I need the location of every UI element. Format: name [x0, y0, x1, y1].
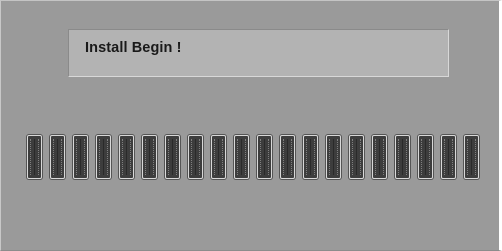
progress-segment — [188, 135, 203, 179]
progress-segment — [418, 135, 433, 179]
install-message-box: Install Begin ! — [68, 29, 449, 77]
progress-segment — [165, 135, 180, 179]
progress-segment — [27, 135, 42, 179]
install-status-text: Install Begin ! — [85, 40, 182, 56]
progress-segment — [372, 135, 387, 179]
progress-segment — [96, 135, 111, 179]
install-progress-bar — [27, 135, 493, 179]
progress-segment — [142, 135, 157, 179]
progress-segment — [464, 135, 479, 179]
progress-segment — [395, 135, 410, 179]
progress-segment — [234, 135, 249, 179]
progress-segment — [50, 135, 65, 179]
progress-segment — [73, 135, 88, 179]
progress-segment — [326, 135, 341, 179]
progress-segment — [280, 135, 295, 179]
progress-segment — [303, 135, 318, 179]
progress-segment — [119, 135, 134, 179]
progress-segment — [441, 135, 456, 179]
progress-segment — [211, 135, 226, 179]
install-screen: Install Begin ! — [0, 0, 502, 251]
progress-segment — [257, 135, 272, 179]
progress-segment — [349, 135, 364, 179]
